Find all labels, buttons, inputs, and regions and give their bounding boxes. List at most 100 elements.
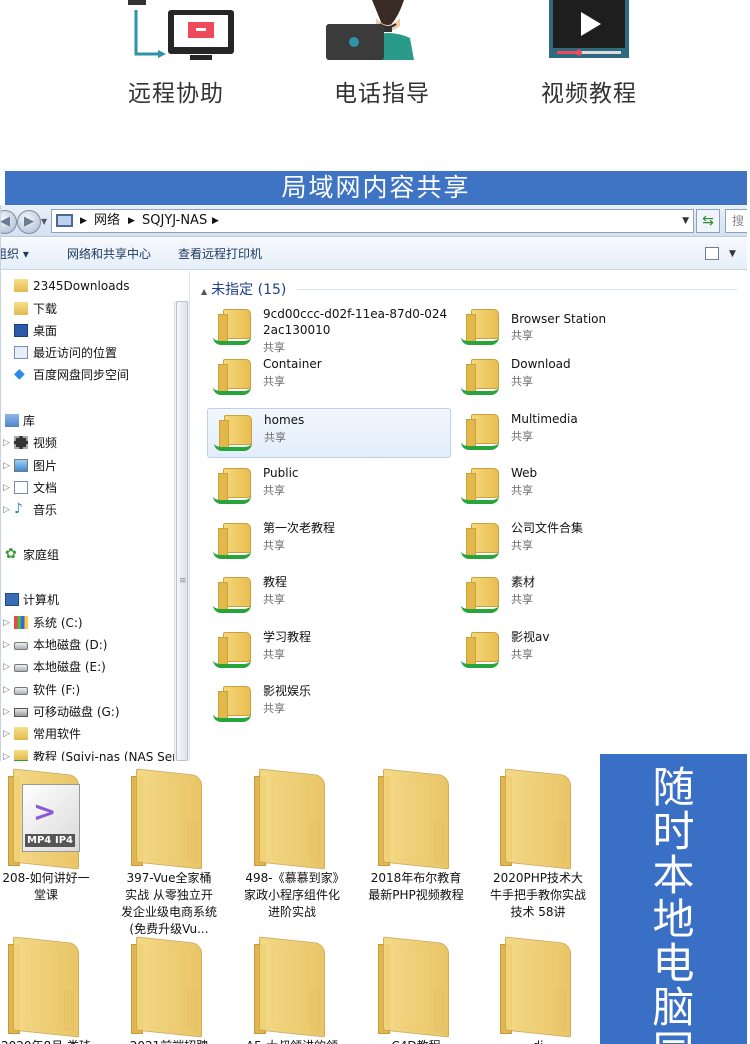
command-toolbar: 组织 ▾ 网络和共享中心 查看远程打印机 ▼ (1, 238, 747, 270)
breadcrumb-nas[interactable]: SQJYJ-NAS (142, 210, 207, 232)
folder-icon (14, 727, 28, 740)
network-cable-icon (213, 385, 251, 395)
network-cable-icon (213, 712, 251, 722)
network-cable-icon (213, 335, 251, 345)
arrow-right-icon: ▶ (24, 214, 34, 229)
group-header[interactable]: ▲ 未指定 (15) (201, 279, 286, 299)
folder-caption: 397-Vue全家桶实战 从零独立开发企业级电商系统(免费升级Vu... (121, 871, 218, 936)
arrow-left-icon: ◀ (0, 214, 10, 229)
share-item[interactable]: 公司文件合集 共享 (455, 517, 699, 567)
network-cable-icon (461, 335, 499, 345)
folder-item[interactable]: > MP4 IP4 208-如何讲好一堂课 (2, 768, 128, 912)
expand-arrow-icon[interactable]: ▷ (3, 456, 10, 476)
expand-arrow-icon[interactable]: ▷ (3, 433, 10, 453)
breadcrumb-separator-icon: ▶ (128, 216, 135, 226)
share-name: 影视娱乐 (263, 684, 312, 698)
network-center-button[interactable]: 网络和共享中心 (67, 238, 151, 270)
expand-arrow-icon[interactable]: ▷ (3, 613, 10, 633)
share-type: 共享 (511, 430, 533, 443)
expand-arrow-icon[interactable]: ▷ (3, 657, 10, 677)
share-item[interactable]: Container 共享 (207, 353, 451, 403)
share-item[interactable]: Download 共享 (455, 353, 699, 403)
organize-button[interactable]: 组织 ▾ (1, 238, 29, 270)
forward-button[interactable]: ▶ (17, 210, 41, 234)
network-cable-icon (461, 494, 499, 504)
share-name: Multimedia (511, 412, 578, 426)
share-item[interactable]: 第一次老教程 共享 (207, 517, 451, 567)
share-item[interactable]: 教程 共享 (207, 571, 451, 621)
expand-arrow-icon[interactable]: ▷ (3, 702, 10, 722)
view-options-icon[interactable] (705, 247, 719, 260)
nav-scrollbar[interactable]: ≡ (174, 301, 189, 761)
folder-caption: C4D教程 (368, 1038, 464, 1044)
address-bar[interactable]: ▶ 网络 ▶ SQJYJ-NAS ▶ ▼ (51, 209, 694, 233)
share-type: 共享 (511, 648, 533, 661)
share-item[interactable]: Multimedia 共享 (455, 408, 699, 458)
share-item[interactable]: 9cd00ccc-d02f-11ea-87d0-0242ac130010 共享 (207, 303, 451, 354)
history-dropdown-icon[interactable]: ▼ (41, 217, 47, 226)
folder-caption: 2020年8月 类玤 (0, 1038, 94, 1044)
address-row: ◀ ▶ ▼ ▶ 网络 ▶ SQJYJ-NAS ▶ ▼ ⇆ 搜 (1, 205, 747, 237)
expand-arrow-icon[interactable]: ▷ (3, 724, 10, 744)
folder-caption: 498-《慕慕到家》家政小程序组件化进阶实战 (244, 871, 341, 919)
refresh-button[interactable]: ⇆ (696, 209, 720, 233)
expand-arrow-icon[interactable]: ▷ (3, 478, 10, 498)
share-item[interactable]: homes 共享 (207, 408, 451, 458)
network-cable-icon (461, 440, 499, 450)
folder-item[interactable]: C4D教程 (378, 936, 498, 1044)
service-label: 视频教程 (541, 81, 637, 107)
share-name: 学习教程 (263, 630, 312, 644)
share-item[interactable]: Browser Station 共享 (455, 303, 699, 353)
share-name: Download (511, 357, 571, 371)
share-type: 共享 (263, 648, 285, 661)
network-computer-icon (56, 214, 73, 227)
download-folder-icon (14, 302, 28, 315)
network-cable-icon (461, 603, 499, 613)
network-drive-icon (14, 750, 28, 761)
folder-item[interactable]: 397-Vue全家桶实战 从零独立开发企业级电商系统(免费升级Vu... (121, 768, 251, 936)
scrollbar-thumb[interactable] (176, 301, 188, 761)
expand-arrow-icon[interactable]: ▷ (3, 635, 10, 655)
share-name: 素材 (511, 575, 536, 589)
share-name: 9cd00ccc-d02f-11ea-87d0-0242ac130010 (263, 307, 448, 337)
share-item[interactable]: 影视娱乐 共享 (207, 680, 451, 730)
folder-icon (136, 768, 202, 870)
network-cable-icon (213, 603, 251, 613)
folder-icon (259, 936, 325, 1038)
share-name: 影视av (511, 630, 550, 644)
side-banner: 随时本地电脑同 (600, 754, 747, 1044)
folder-item[interactable]: A5-大叔领讲的领 (246, 936, 374, 1044)
share-name: Container (263, 357, 322, 371)
computer-icon (5, 593, 19, 606)
breadcrumb-separator-icon: ▶ (80, 216, 87, 226)
folder-icon (136, 936, 202, 1038)
folder-item[interactable]: 2020年8月 类玤 (1, 936, 128, 1044)
folder-icon (505, 768, 571, 870)
search-input[interactable]: 搜 (725, 209, 747, 233)
share-type: 共享 (511, 329, 533, 342)
file-list: ▲ 未指定 (15) 9cd00ccc-d02f-11ea-87d0-0242ac… (191, 271, 747, 761)
folder-item[interactable]: 498-《慕慕到家》家政小程序组件化进阶实战 (244, 768, 374, 919)
folder-caption: 2018年布尔教育最新PHP视频教程 (368, 871, 464, 902)
chevron-down-icon[interactable]: ▼ (682, 210, 689, 232)
expand-arrow-icon[interactable]: ▷ (3, 500, 10, 520)
breadcrumb-network[interactable]: 网络 (94, 210, 120, 232)
view-printers-button[interactable]: 查看远程打印机 (178, 238, 262, 270)
desktop-icon (14, 324, 28, 337)
folder-icon (14, 279, 28, 292)
folder-item[interactable]: 2021前端招聘 (130, 936, 251, 1044)
share-item[interactable]: 学习教程 共享 (207, 626, 451, 676)
share-item[interactable]: 影视av 共享 (455, 626, 699, 676)
folder-icon (383, 768, 449, 870)
chevron-down-icon[interactable]: ▼ (729, 238, 736, 270)
expand-arrow-icon[interactable]: ▷ (3, 680, 10, 700)
folder-item[interactable]: 2018年布尔教育最新PHP视频教程 (368, 768, 498, 912)
breadcrumb-separator-icon: ▶ (212, 216, 219, 226)
expand-arrow-icon[interactable]: ▷ (3, 747, 10, 761)
group-divider (297, 289, 737, 290)
share-item[interactable]: 素材 共享 (455, 571, 699, 621)
share-item[interactable]: Public 共享 (207, 462, 451, 512)
share-item[interactable]: Web 共享 (455, 462, 699, 512)
back-button[interactable]: ◀ (0, 210, 17, 234)
removable-disk-icon (14, 708, 28, 717)
